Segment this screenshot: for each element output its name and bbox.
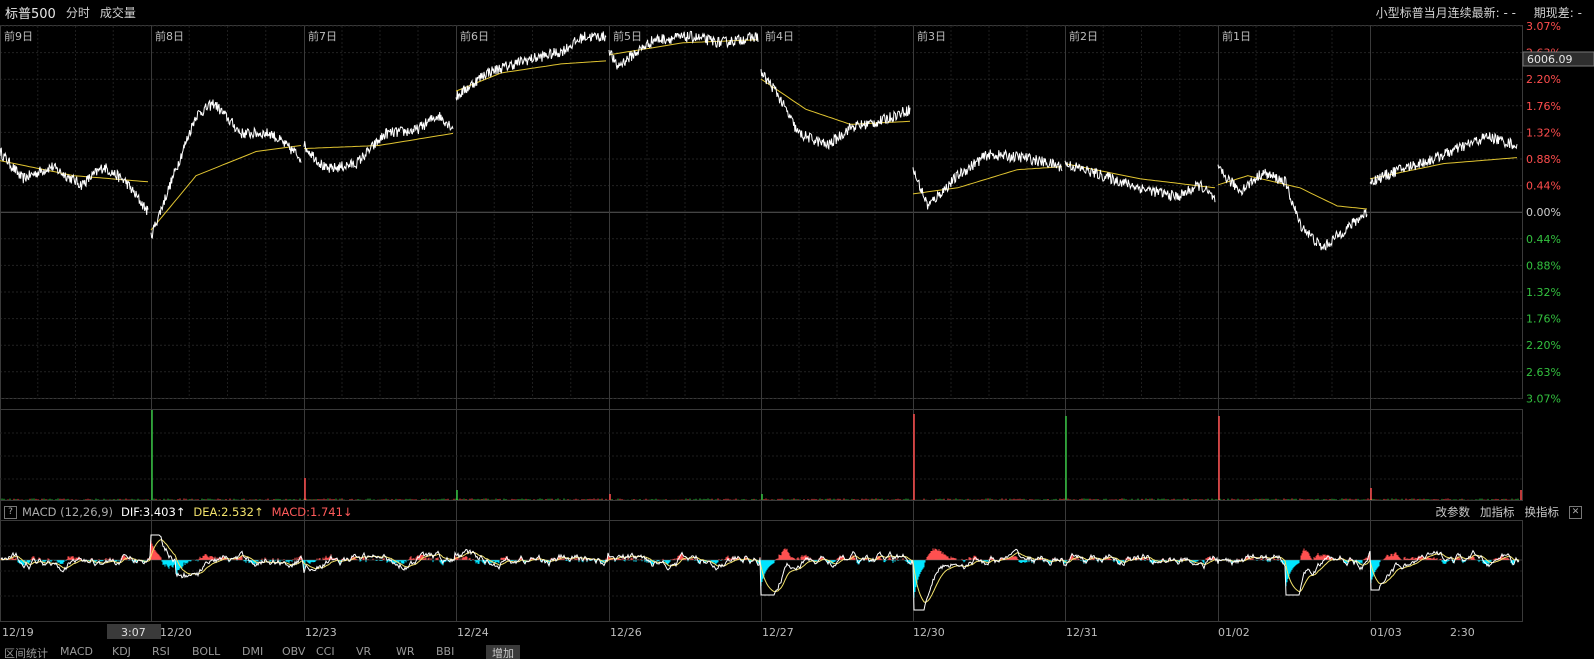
- swap-indicator-button[interactable]: 换指标: [1525, 504, 1560, 520]
- bottom-tab[interactable]: DMI: [242, 645, 263, 658]
- bottom-tab[interactable]: KDJ: [112, 645, 131, 658]
- x-date-label: 12/19: [2, 626, 34, 639]
- y-axis-labels: 3.07% 2.63% 2.20% 1.76% 1.32% 0.88% 0.44% 0.00%…: [1526, 20, 1561, 405]
- bottom-tab[interactable]: BBI: [436, 645, 454, 658]
- x-date-label: 12/27: [762, 626, 794, 639]
- avg-line: [912, 166, 1063, 195]
- x-date-label: 12/30: [913, 626, 945, 639]
- close-icon[interactable]: ✕: [1569, 505, 1582, 519]
- x-date-label: 01/02: [1218, 626, 1250, 639]
- price-line-segment: [150, 99, 302, 239]
- day-label: 前9日: [4, 29, 33, 43]
- x-date-label: 12/20: [160, 626, 192, 639]
- indicator-tools: 改参数 加指标 换指标 ✕: [1426, 504, 1582, 520]
- bottom-tab[interactable]: 区间统计: [4, 645, 48, 659]
- bottom-tab[interactable]: RSI: [152, 645, 170, 658]
- y-axis-label: 0.88%: [1526, 259, 1561, 272]
- x-date-label: 12/31: [1066, 626, 1098, 639]
- y-axis-label: 3.07%: [1526, 20, 1561, 33]
- bottom-tab[interactable]: VR: [356, 645, 371, 658]
- x-date-label: 12/24: [457, 626, 489, 639]
- y-axis-label: 0.00%: [1526, 206, 1561, 219]
- bottom-tab[interactable]: WR: [396, 645, 415, 658]
- y-axis-label: 0.44%: [1526, 180, 1561, 193]
- intraday-chart[interactable]: 前9日 前8日 前7日 前6日 前5日 前4日 前3日 前2日 前1日 3.07% 2.63% 2.…: [0, 0, 1594, 659]
- price-line-segment: [0, 147, 149, 216]
- y-axis-label: 1.76%: [1526, 100, 1561, 113]
- day-label: 前6日: [460, 29, 489, 43]
- bottom-tab[interactable]: BOLL: [192, 645, 220, 658]
- y-axis-label: 2.20%: [1526, 339, 1561, 352]
- macd-header: ? MACD (12,26,9) DIF:3.403↑ DEA:2.532↑ M…: [0, 504, 1594, 520]
- bottom-indicator-tabs: 区间统计 MACD KDJ RSI BOLL DMI OBV CCI VR WR BBI 增加: [0, 644, 1594, 659]
- x-date-label: 12/23: [305, 626, 337, 639]
- price-line-segment: [760, 69, 911, 151]
- macd-name: MACD (12,26,9): [22, 505, 113, 519]
- price-line-segment: [1369, 132, 1518, 186]
- help-icon[interactable]: ?: [4, 505, 17, 519]
- day-labels: 前9日 前8日 前7日 前6日 前5日 前4日 前3日 前2日 前1日: [4, 29, 1251, 43]
- day-label: 前7日: [308, 29, 337, 43]
- bottom-tab[interactable]: 增加: [486, 645, 520, 659]
- price-line-segment: [912, 148, 1063, 210]
- x-date-label: 01/03: [1370, 626, 1402, 639]
- y-axis-label: 1.76%: [1526, 313, 1561, 326]
- x-date-label: 2:30: [1450, 626, 1475, 639]
- bottom-tab[interactable]: CCI: [316, 645, 335, 658]
- x-axis-dates: 12/19 12/20 12/23 12/24 12/26 12/27 12/30 12/31…: [2, 626, 1475, 639]
- price-tag: 6006.09: [1527, 53, 1573, 66]
- macd-value: MACD:1.741↓: [271, 505, 353, 519]
- y-axis-label: 0.88%: [1526, 153, 1561, 166]
- dea-value: DEA:2.532↑: [193, 505, 264, 519]
- price-line: [0, 30, 1518, 251]
- day-label: 前2日: [1069, 29, 1098, 43]
- bottom-tab[interactable]: MACD: [60, 645, 93, 658]
- cursor-time: 3:07: [121, 626, 146, 639]
- x-date-label: 12/26: [610, 626, 642, 639]
- y-axis-label: 0.44%: [1526, 233, 1561, 246]
- change-params-button[interactable]: 改参数: [1436, 504, 1471, 520]
- add-indicator-button[interactable]: 加指标: [1480, 504, 1515, 520]
- avg-line: [150, 145, 302, 231]
- y-axis-label: 2.20%: [1526, 73, 1561, 86]
- price-line-segment: [303, 112, 454, 173]
- day-label: 前5日: [613, 29, 642, 43]
- day-label: 前1日: [1222, 29, 1251, 43]
- chart-grid: [0, 25, 1523, 622]
- day-label: 前8日: [155, 29, 184, 43]
- bottom-tab[interactable]: OBV: [282, 645, 305, 658]
- y-axis-label: 2.63%: [1526, 366, 1561, 379]
- y-axis-label: 3.07%: [1526, 392, 1561, 405]
- day-label: 前3日: [917, 29, 946, 43]
- y-axis-label: 1.32%: [1526, 286, 1561, 299]
- price-line-segment: [1064, 160, 1216, 203]
- price-line-segment: [1217, 164, 1368, 251]
- y-axis-label: 1.32%: [1526, 126, 1561, 139]
- day-label: 前4日: [765, 29, 794, 43]
- dif-value: DIF:3.403↑: [121, 505, 186, 519]
